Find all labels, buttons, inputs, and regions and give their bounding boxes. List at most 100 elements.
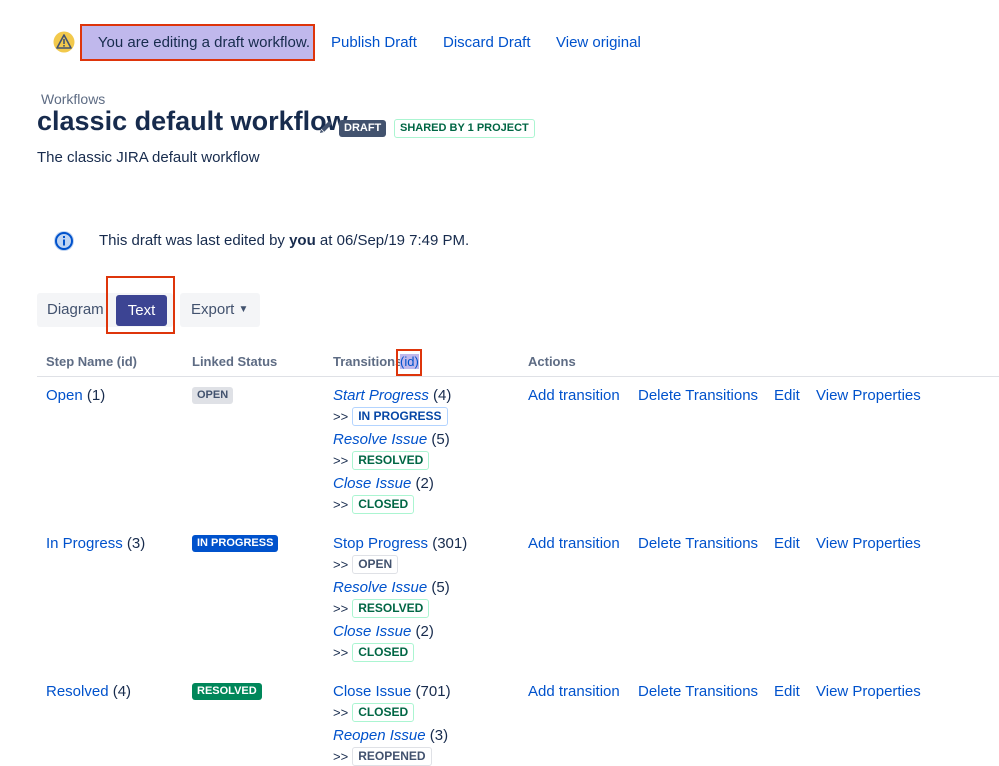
last-edited-message: This draft was last edited by you at 06/…	[99, 232, 469, 249]
transition-target-row: >> CLOSED	[333, 703, 415, 722]
delete-transitions-link[interactable]: Delete Transitions	[638, 387, 758, 404]
target-status: IN PROGRESS	[352, 407, 448, 426]
transition-resolve-issue: Resolve Issue (5)	[333, 431, 450, 448]
header-linked-status: Linked Status	[192, 354, 278, 369]
status-lozenge-open: OPEN	[192, 387, 234, 404]
transition-link[interactable]: Close Issue	[333, 623, 411, 640]
workflow-description: The classic JIRA default workflow	[37, 149, 260, 166]
target-status: CLOSED	[352, 495, 415, 514]
transition-id: (5)	[431, 431, 450, 448]
table-header-divider	[37, 376, 999, 377]
transition-stop-progress: Stop Progress (301)	[333, 535, 467, 552]
view-original-link[interactable]: View original	[556, 34, 641, 51]
header-transitions: Transitions	[333, 354, 403, 369]
tab-text-highlight	[106, 276, 175, 334]
target-status: OPEN	[352, 555, 399, 574]
transition-target-row: >> OPEN	[333, 555, 399, 574]
transition-target-row: >> REOPENED	[333, 747, 432, 766]
status-lozenge-in-progress: IN PROGRESS	[192, 535, 279, 552]
warning-icon	[53, 31, 75, 53]
draft-badge: DRAFT	[339, 120, 387, 137]
transition-close-issue: Close Issue (2)	[333, 475, 434, 492]
page-title: classic default workflow	[37, 106, 348, 136]
target-status: REOPENED	[352, 747, 432, 766]
arrow-icon: >>	[333, 557, 349, 572]
publish-draft-link[interactable]: Publish Draft	[331, 34, 417, 51]
edit-step-link[interactable]: Edit	[774, 535, 800, 552]
transition-reopen-issue: Reopen Issue (3)	[333, 727, 448, 744]
chevron-down-icon: ▼	[238, 304, 249, 315]
transition-close-issue: Close Issue (701)	[333, 683, 451, 700]
last-edited-suffix: at 06/Sep/19 7:49 PM.	[315, 232, 470, 249]
add-transition-link[interactable]: Add transition	[528, 683, 620, 700]
transition-target-row: >> RESOLVED	[333, 599, 430, 618]
status-lozenge-resolved: RESOLVED	[192, 683, 262, 700]
step-name-link[interactable]: Resolved	[46, 683, 109, 700]
header-actions: Actions	[528, 354, 576, 369]
transition-target-row: >> CLOSED	[333, 495, 415, 514]
breadcrumb-workflows[interactable]: Workflows	[41, 91, 105, 107]
last-edited-user: you	[289, 232, 316, 249]
transition-id: (701)	[415, 683, 451, 700]
transition-start-progress: Start Progress (4)	[333, 387, 451, 404]
transition-id: (5)	[431, 579, 450, 596]
transition-target-row: >> RESOLVED	[333, 451, 430, 470]
edit-step-link[interactable]: Edit	[774, 683, 800, 700]
target-status: RESOLVED	[352, 451, 430, 470]
last-edited-prefix: This draft was last edited by	[99, 232, 290, 249]
transition-id: (2)	[415, 475, 434, 492]
view-properties-link[interactable]: View Properties	[816, 535, 921, 552]
delete-transitions-link[interactable]: Delete Transitions	[638, 535, 758, 552]
transition-link[interactable]: Resolve Issue	[333, 579, 427, 596]
target-status: RESOLVED	[352, 599, 430, 618]
pencil-icon[interactable]	[318, 119, 334, 135]
delete-transitions-link[interactable]: Delete Transitions	[638, 683, 758, 700]
add-transition-link[interactable]: Add transition	[528, 387, 620, 404]
step-id: (1)	[86, 387, 106, 404]
transition-id: (3)	[429, 727, 449, 744]
transition-link[interactable]: Close Issue	[333, 683, 411, 700]
transition-target-row: >> CLOSED	[333, 643, 415, 662]
arrow-icon: >>	[333, 705, 349, 720]
add-transition-link[interactable]: Add transition	[528, 535, 620, 552]
transition-link[interactable]: Stop Progress	[333, 535, 428, 552]
transition-link[interactable]: Resolve Issue	[333, 431, 427, 448]
arrow-icon: >>	[333, 497, 349, 512]
step-name-link[interactable]: In Progress	[46, 535, 123, 552]
target-status: CLOSED	[352, 703, 415, 722]
tab-diagram[interactable]: Diagram	[37, 293, 114, 327]
transition-resolve-issue: Resolve Issue (5)	[333, 579, 450, 596]
transition-target-row: >> IN PROGRESS	[333, 407, 448, 426]
transition-id: (301)	[432, 535, 468, 552]
export-label: Export	[191, 301, 235, 318]
target-status: CLOSED	[352, 643, 415, 662]
transition-link[interactable]: Close Issue	[333, 475, 411, 492]
transition-id: (2)	[415, 623, 434, 640]
transition-close-issue: Close Issue (2)	[333, 623, 434, 640]
view-properties-link[interactable]: View Properties	[816, 683, 921, 700]
step-id: (3)	[126, 535, 146, 552]
discard-draft-link[interactable]: Discard Draft	[443, 34, 531, 51]
draft-warning-message: You are editing a draft workflow.	[80, 24, 315, 61]
step-id: (4)	[112, 683, 132, 700]
step-open: Open (1)	[46, 387, 105, 404]
id-toggle-highlight	[396, 349, 422, 376]
step-in-progress: In Progress (3)	[46, 535, 145, 552]
transition-link[interactable]: Start Progress	[333, 387, 429, 404]
arrow-icon: >>	[333, 749, 349, 764]
arrow-icon: >>	[333, 601, 349, 616]
shared-projects-badge[interactable]: SHARED BY 1 PROJECT	[394, 119, 535, 138]
view-properties-link[interactable]: View Properties	[816, 387, 921, 404]
arrow-icon: >>	[333, 453, 349, 468]
export-dropdown[interactable]: Export ▼	[180, 293, 260, 327]
edit-step-link[interactable]: Edit	[774, 387, 800, 404]
transition-id: (4)	[433, 387, 452, 404]
step-resolved: Resolved (4)	[46, 683, 131, 700]
draft-warning-text: You are editing a draft workflow.	[97, 34, 310, 51]
header-step-name: Step Name (id)	[46, 354, 138, 369]
info-icon	[54, 231, 74, 251]
arrow-icon: >>	[333, 409, 349, 424]
arrow-icon: >>	[333, 645, 349, 660]
step-name-link[interactable]: Open	[46, 387, 83, 404]
transition-link[interactable]: Reopen Issue	[333, 727, 426, 744]
